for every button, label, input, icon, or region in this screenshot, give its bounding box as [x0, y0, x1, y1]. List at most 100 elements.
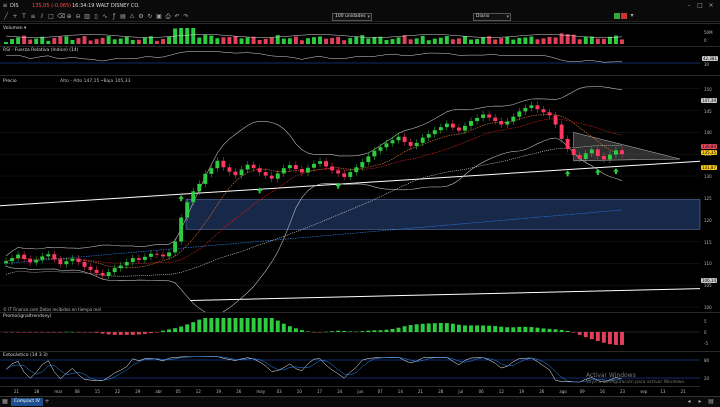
volume-bar — [589, 36, 594, 44]
maximize-icon[interactable]: □ — [697, 3, 703, 9]
shape-icon[interactable]: □ — [48, 14, 54, 20]
macd-bar — [565, 330, 570, 332]
candle-body — [269, 175, 274, 179]
candle-body — [161, 254, 165, 257]
volume-bar — [378, 36, 383, 44]
candle-body — [354, 167, 359, 173]
eraser-icon[interactable]: ⌫ — [57, 14, 65, 20]
link-green-icon[interactable] — [614, 13, 620, 19]
date-axis-tick: 16 — [599, 389, 605, 394]
date-axis-tick: 14 — [397, 389, 403, 394]
undo-icon[interactable]: ↶ — [174, 14, 180, 20]
macd-bar — [487, 325, 492, 332]
date-axis-tick: 26 — [539, 389, 545, 394]
draw-line-icon[interactable]: ╱ — [3, 14, 9, 20]
volume-bar — [553, 37, 558, 44]
volume-bar — [499, 38, 504, 44]
volume-bar — [161, 39, 165, 44]
save-icon[interactable]: ▣ — [156, 14, 162, 20]
candle-body — [281, 168, 286, 174]
volume-bar — [281, 38, 286, 44]
link-red-icon[interactable] — [621, 13, 627, 19]
channel-icon[interactable]: ⫽ — [39, 14, 45, 20]
candle-body — [239, 169, 244, 176]
candle-body — [523, 107, 528, 112]
activate-windows-subtitle: Vaya a Configuración para activar Window… — [586, 380, 686, 385]
date-axis-tick: 29 — [135, 389, 141, 394]
add-tab-icon[interactable]: + — [44, 399, 50, 405]
candle-body — [613, 150, 618, 155]
date-axis[interactable]: 21 28 mar 08 15 22 29 abr 05 12 19 26 may 03 10 17 24 jun… — [0, 386, 700, 396]
volume-bar — [330, 37, 335, 44]
zoom-out-icon[interactable]: ⊖ — [75, 14, 81, 20]
settings-icon[interactable]: ⚙ — [138, 14, 144, 20]
volume-bar — [402, 35, 407, 44]
candle-body — [58, 259, 63, 265]
volume-bar — [142, 37, 147, 44]
bar-chart-icon[interactable]: ▥ — [84, 14, 90, 20]
menu-icon[interactable]: ≡ — [2, 3, 8, 9]
candle-icon[interactable]: ▯ — [93, 14, 99, 20]
print-icon[interactable]: ⎙ — [165, 14, 171, 20]
layout-icon[interactable]: ▦ — [2, 399, 8, 405]
macd-bar — [529, 327, 534, 332]
period-select-value: Diario — [476, 14, 490, 19]
candle-body — [82, 262, 87, 267]
template-icon[interactable]: ▤ — [120, 14, 126, 20]
volume-panel[interactable]: Volumen ▾ 50M 0 — [0, 23, 720, 45]
volume-bar — [583, 37, 588, 44]
volume-bar — [318, 36, 323, 44]
redo-icon[interactable]: ↷ — [183, 14, 189, 20]
symbol-label[interactable]: DIS — [10, 3, 19, 9]
zoom-in-icon[interactable]: ⊕ — [66, 14, 72, 20]
period-select[interactable]: Diario ▾ — [473, 13, 511, 21]
indicator-icon[interactable]: ƒ — [111, 14, 117, 20]
macd-bar — [595, 332, 600, 342]
candle-body — [390, 140, 395, 144]
price-panel[interactable]: Precio Alto - Alto 147,15 •Baja 105,33 ©… — [0, 75, 720, 313]
panel-menu-icon[interactable]: ▤ — [708, 399, 714, 405]
volume-axis-tick: 50M — [704, 30, 713, 35]
macd-bar — [155, 332, 159, 333]
workspace-tab[interactable]: Compact IV — [11, 398, 43, 406]
window-menu-icon[interactable]: ▾ — [629, 13, 635, 19]
volume-bar — [432, 38, 437, 44]
macd-bar — [215, 318, 220, 332]
volume-bar — [366, 38, 371, 44]
price-axis-tick: 100 — [704, 305, 712, 310]
units-select[interactable]: 100 unidades ▾ — [332, 13, 372, 21]
candle-body — [209, 168, 214, 174]
volume-bar — [450, 39, 455, 44]
line-chart-icon[interactable]: ∿ — [102, 14, 108, 20]
candle-body — [499, 121, 504, 125]
volume-bar — [227, 37, 232, 44]
macd-bar — [438, 322, 443, 332]
scroll-left-icon[interactable]: ◂ — [686, 399, 692, 405]
macd-bar — [547, 328, 552, 332]
text-icon[interactable]: T — [21, 14, 27, 20]
scroll-right-icon[interactable]: ▸ — [697, 399, 703, 405]
macd-panel[interactable]: Promo(ignaltrendsey) 5 0 -5 — [0, 312, 720, 350]
date-axis-tick: 08 — [74, 389, 80, 394]
candle-body — [293, 165, 298, 170]
close-icon[interactable]: × — [708, 3, 714, 9]
rsi-panel[interactable]: RSI - Fuerza Relativa (Indice) (14) 42,3… — [0, 46, 720, 67]
macd-bar — [456, 324, 461, 332]
macd-bar — [161, 330, 165, 332]
macd-bar — [354, 331, 359, 333]
macd-bar — [390, 328, 395, 332]
minimize-icon[interactable]: – — [686, 3, 692, 9]
macd-bar — [82, 332, 87, 333]
fibonacci-icon[interactable]: ≡ — [30, 14, 36, 20]
crosshair-icon[interactable]: + — [12, 14, 18, 20]
candle-body — [52, 254, 57, 260]
candle-body — [463, 125, 467, 131]
candle-body — [360, 162, 365, 168]
trend-line — [189, 288, 701, 301]
volume-bar — [620, 39, 624, 44]
volume-bar — [360, 35, 365, 44]
refresh-icon[interactable]: ↻ — [147, 14, 153, 20]
candle-body — [456, 127, 461, 131]
alert-icon[interactable]: ⚠ — [129, 14, 135, 20]
macd-bar — [70, 331, 75, 333]
